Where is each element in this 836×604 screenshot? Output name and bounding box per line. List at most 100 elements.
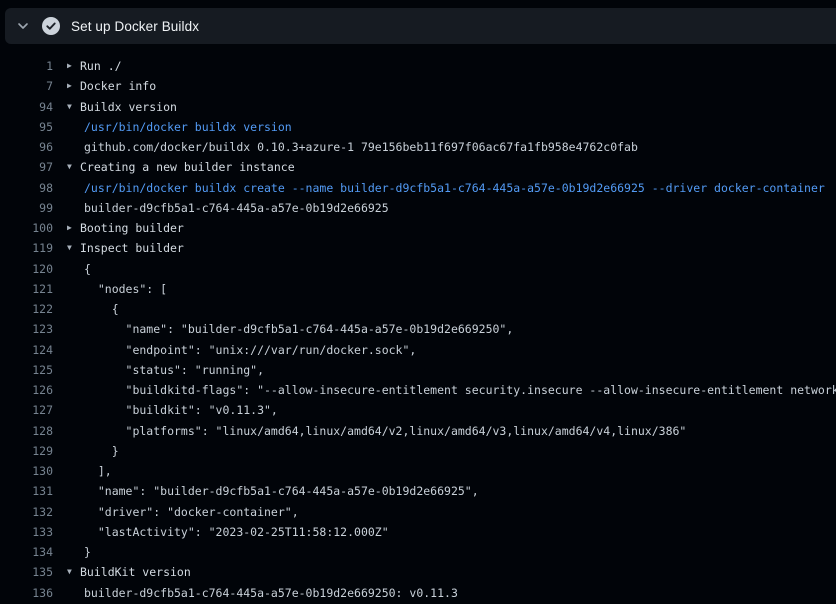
log-output-text: "buildkit": "v0.11.3", — [67, 400, 278, 420]
log-output-text: "lastActivity": "2023-02-25T11:58:12.000… — [67, 522, 389, 542]
log-group-title: Docker info — [80, 76, 156, 96]
triangle-right-icon: ▶ — [67, 56, 75, 76]
line-number[interactable]: 128 — [0, 421, 53, 441]
log-line: 98/usr/bin/docker buildx create --name b… — [0, 178, 836, 198]
log-line: 129 } — [0, 441, 836, 461]
log-output-text: "nodes": [ — [67, 279, 167, 299]
log-line: 135 ▼BuildKit version — [0, 562, 836, 582]
triangle-down-icon: ▼ — [67, 157, 75, 177]
triangle-down-icon: ▼ — [67, 238, 75, 258]
log-group-title: Inspect builder — [80, 238, 184, 258]
log-command-text: /usr/bin/docker buildx version — [67, 117, 292, 137]
log-viewer[interactable]: 1▶Run ./7▶Docker info94▼Buildx version95… — [0, 44, 836, 604]
log-group-header[interactable]: ▼BuildKit version — [67, 562, 191, 582]
line-number[interactable]: 135 — [0, 562, 53, 582]
line-number[interactable]: 7 — [0, 76, 53, 96]
log-line: 136 builder-d9cfb5a1-c764-445a-a57e-0b19d… — [0, 583, 836, 603]
log-output-text: "buildkitd-flags": "--allow-insecure-ent… — [67, 380, 836, 400]
log-line: 96 github.com/docker/buildx 0.10.3+azure-… — [0, 137, 836, 157]
line-number[interactable]: 96 — [0, 137, 53, 157]
step-title: Set up Docker Buildx — [71, 19, 199, 34]
log-line: 97 ▼Creating a new builder instance — [0, 157, 836, 177]
log-line: 99 builder-d9cfb5a1-c764-445a-a57e-0b19d2… — [0, 198, 836, 218]
log-line: 94 ▼Buildx version — [0, 97, 836, 117]
log-line: 126 "buildkitd-flags": "--allow-insecure… — [0, 380, 836, 400]
log-output-text: github.com/docker/buildx 0.10.3+azure-1 … — [67, 137, 638, 157]
log-output-text: "status": "running", — [67, 360, 264, 380]
triangle-down-icon: ▼ — [67, 97, 75, 117]
log-command-text: /usr/bin/docker buildx create --name bui… — [67, 178, 825, 198]
log-group-title: Buildx version — [80, 97, 177, 117]
chevron-down-icon[interactable] — [15, 18, 31, 34]
triangle-right-icon: ▶ — [67, 218, 75, 238]
line-number[interactable]: 120 — [0, 259, 53, 279]
log-line: 128 "platforms": "linux/amd64,linux/amd6… — [0, 421, 836, 441]
log-line: 133 "lastActivity": "2023-02-25T11:58:12… — [0, 522, 836, 542]
step-header[interactable]: Set up Docker Buildx — [5, 8, 836, 44]
line-number[interactable]: 134 — [0, 542, 53, 562]
triangle-down-icon: ▼ — [67, 562, 75, 582]
log-line: 132 "driver": "docker-container", — [0, 502, 836, 522]
line-number[interactable]: 95 — [0, 117, 53, 137]
line-number[interactable]: 1 — [0, 56, 53, 76]
log-line: 127 "buildkit": "v0.11.3", — [0, 400, 836, 420]
log-line: 131 "name": "builder-d9cfb5a1-c764-445a-… — [0, 481, 836, 501]
line-number[interactable]: 125 — [0, 360, 53, 380]
log-group-header[interactable]: ▼Creating a new builder instance — [67, 157, 295, 177]
log-line: 130 ], — [0, 461, 836, 481]
triangle-right-icon: ▶ — [67, 76, 75, 96]
line-number[interactable]: 99 — [0, 198, 53, 218]
log-output-text: builder-d9cfb5a1-c764-445a-a57e-0b19d2e6… — [67, 583, 458, 603]
log-output-text: } — [67, 441, 119, 461]
log-output-text: "name": "builder-d9cfb5a1-c764-445a-a57e… — [67, 319, 513, 339]
log-group-header[interactable]: ▶Booting builder — [67, 218, 184, 238]
line-number[interactable]: 133 — [0, 522, 53, 542]
log-line: 120 { — [0, 259, 836, 279]
log-line: 100 ▶Booting builder — [0, 218, 836, 238]
line-number[interactable]: 97 — [0, 157, 53, 177]
line-number[interactable]: 119 — [0, 238, 53, 258]
log-group-header[interactable]: ▶Run ./ — [67, 56, 122, 76]
log-output-text: ], — [67, 461, 112, 481]
log-output-text: { — [67, 299, 119, 319]
line-number[interactable]: 131 — [0, 481, 53, 501]
log-group-title: BuildKit version — [80, 562, 191, 582]
log-line: 1 ▶Run ./ — [0, 56, 836, 76]
log-group-title: Booting builder — [80, 218, 184, 238]
log-group-header[interactable]: ▼Buildx version — [67, 97, 177, 117]
line-number[interactable]: 100 — [0, 218, 53, 238]
log-output-text: "driver": "docker-container", — [67, 502, 299, 522]
log-line: 124 "endpoint": "unix:///var/run/docker.… — [0, 340, 836, 360]
log-group-header[interactable]: ▶Docker info — [67, 76, 156, 96]
line-number[interactable]: 127 — [0, 400, 53, 420]
log-output-text: "name": "builder-d9cfb5a1-c764-445a-a57e… — [67, 481, 479, 501]
log-output-text: "endpoint": "unix:///var/run/docker.sock… — [67, 340, 416, 360]
line-number[interactable]: 94 — [0, 97, 53, 117]
log-group-title: Creating a new builder instance — [80, 157, 295, 177]
line-number[interactable]: 121 — [0, 279, 53, 299]
log-output-text: } — [67, 542, 91, 562]
line-number[interactable]: 130 — [0, 461, 53, 481]
log-group-header[interactable]: ▼Inspect builder — [67, 238, 184, 258]
line-number[interactable]: 98 — [0, 178, 53, 198]
check-circle-icon — [42, 17, 60, 35]
line-number[interactable]: 132 — [0, 502, 53, 522]
line-number[interactable]: 126 — [0, 380, 53, 400]
line-number[interactable]: 124 — [0, 340, 53, 360]
line-number[interactable]: 122 — [0, 299, 53, 319]
log-output-text: builder-d9cfb5a1-c764-445a-a57e-0b19d2e6… — [67, 198, 389, 218]
log-line: 123 "name": "builder-d9cfb5a1-c764-445a-… — [0, 319, 836, 339]
log-line: 119 ▼Inspect builder — [0, 238, 836, 258]
log-line: 122 { — [0, 299, 836, 319]
log-output-text: "platforms": "linux/amd64,linux/amd64/v2… — [67, 421, 686, 441]
log-line: 7 ▶Docker info — [0, 76, 836, 96]
log-line: 95/usr/bin/docker buildx version — [0, 117, 836, 137]
log-line: 125 "status": "running", — [0, 360, 836, 380]
line-number[interactable]: 136 — [0, 583, 53, 603]
line-number[interactable]: 129 — [0, 441, 53, 461]
log-output-text: { — [67, 259, 91, 279]
log-line: 134} — [0, 542, 836, 562]
line-number[interactable]: 123 — [0, 319, 53, 339]
log-group-title: Run ./ — [80, 56, 122, 76]
log-line: 121 "nodes": [ — [0, 279, 836, 299]
